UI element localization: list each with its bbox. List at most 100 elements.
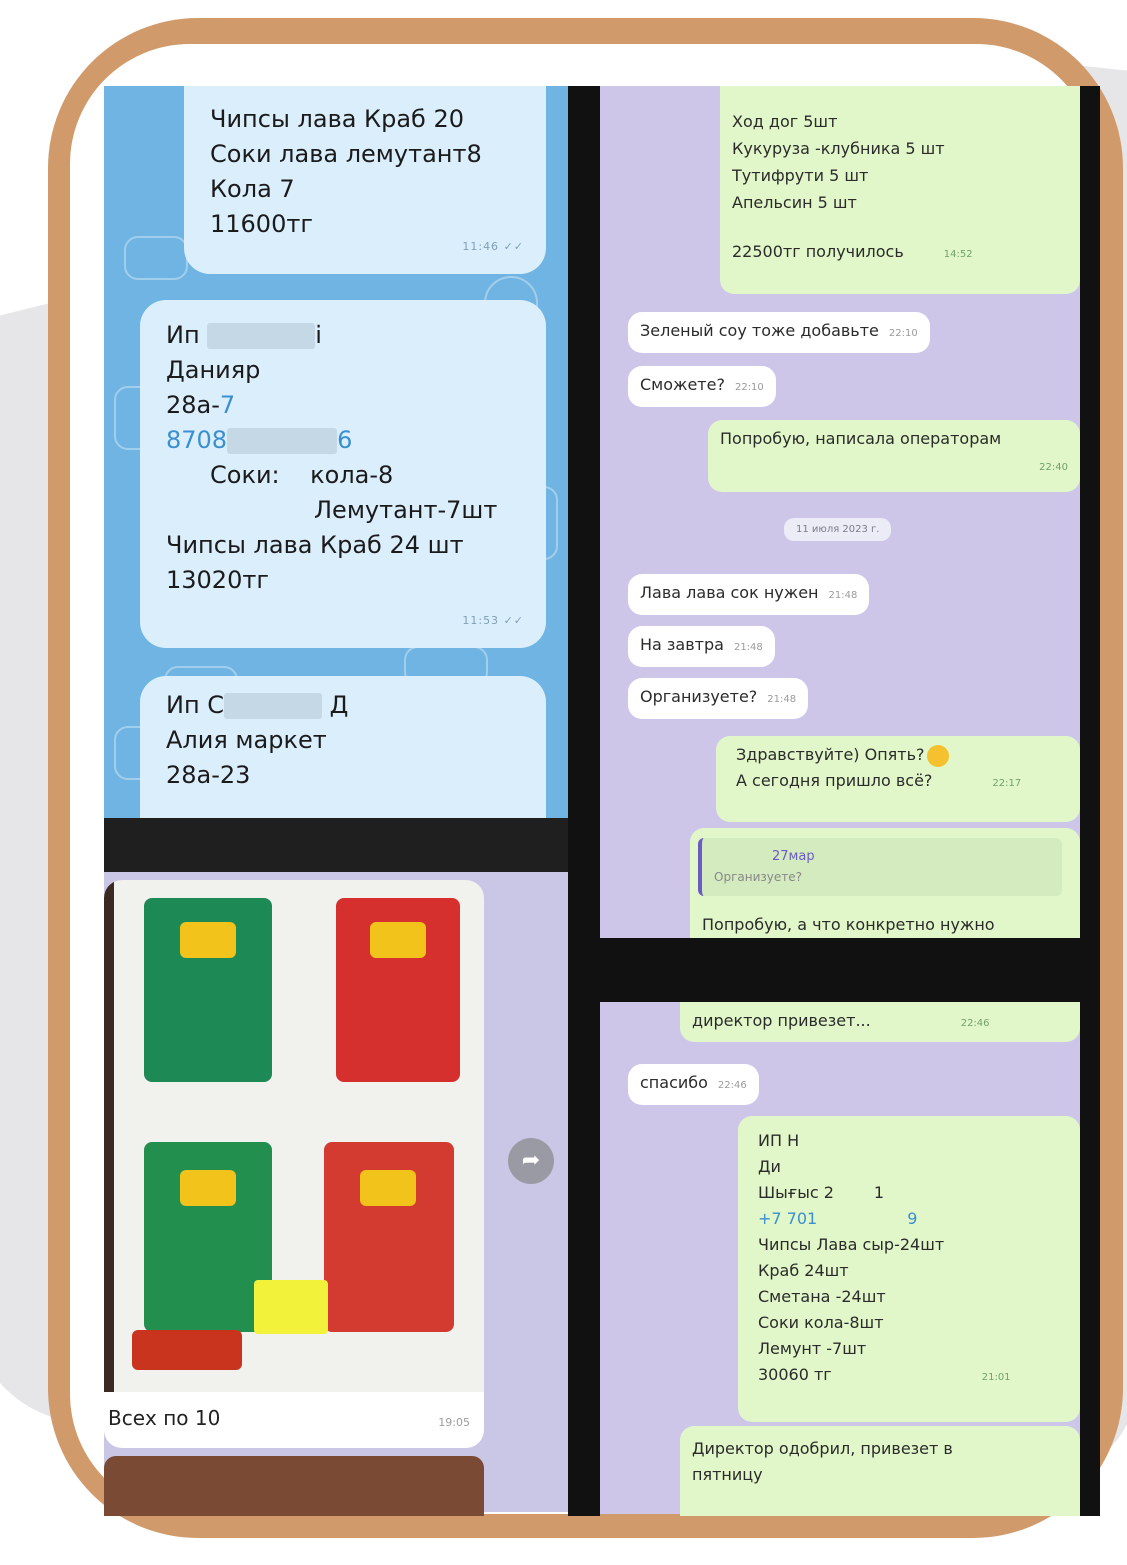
brand-logo (360, 1170, 416, 1206)
redacted-block (224, 693, 323, 719)
message-text: 28а- (166, 391, 220, 419)
message-bubble[interactable]: Зеленый соу тоже добавьте 22:10 (628, 312, 930, 353)
message-text: 30060 тг (758, 1365, 832, 1384)
message-line: Лемунт -7шт (758, 1339, 867, 1358)
message-text: Ип С (166, 691, 225, 719)
message-text: 22500тг получилось (732, 242, 904, 261)
message-line: Алия маркет (166, 726, 327, 754)
message-bubble[interactable]: Попробую, написала операторам 22:40 (708, 420, 1080, 492)
message-time: 14:52 (943, 249, 973, 260)
message-line: Директор одобрил, привезет в (692, 1439, 953, 1458)
message-line: Кола 7 (210, 175, 295, 203)
message-text: директор привезет... (692, 1011, 871, 1030)
forward-icon[interactable]: ➦ (508, 1138, 554, 1184)
message-bubble[interactable]: Сможете? 22:10 (628, 366, 776, 407)
reply-bubble[interactable]: 27мар Организуете? Попробую, а что конкр… (690, 828, 1080, 938)
message-bubble[interactable]: Лава лава сок нужен 21:48 (628, 574, 870, 615)
next-photo-preview[interactable] (104, 1456, 484, 1516)
message-text: На завтра (640, 635, 724, 654)
message-text: Соки: (210, 461, 280, 489)
divider-bar (1080, 86, 1100, 1516)
message-bubble[interactable]: ИП Н Ди Шығыс 2 1 +7 701 9 Чипсы Лава сыр-… (738, 1116, 1080, 1422)
redacted-block (227, 428, 338, 454)
phone-number-link[interactable]: 8708 6 (166, 423, 524, 458)
message-time: 19:05 (438, 1416, 470, 1429)
message-time: 11:53 ✓✓ (462, 614, 524, 627)
brand-logo (180, 1170, 236, 1206)
message-line: Краб 24шт (758, 1261, 849, 1280)
grinning-face-emoji-icon (926, 744, 949, 767)
chips-photo[interactable] (104, 880, 484, 1392)
quoted-message[interactable]: 27мар Организуете? (698, 838, 1062, 896)
phone-number-link[interactable]: +7 701 9 (758, 1206, 1060, 1232)
message-text: Организуете? (640, 687, 758, 706)
message-bubble[interactable]: Здравствуйте) Опять? А сегодня пришло вс… (716, 736, 1080, 822)
message-bubble[interactable]: директор привезет... 22:46 (680, 1002, 1080, 1042)
read-checkmark-icon: ✓✓ (503, 240, 524, 253)
message-time: 21:01 (981, 1372, 1011, 1383)
message-text: кола-8 (310, 461, 394, 489)
message-text: Ди (758, 1157, 781, 1176)
message-time: 22:46 (717, 1080, 747, 1091)
message-text: Д (329, 691, 349, 719)
message-line: Сметана -24шт (758, 1287, 886, 1306)
message-time: 11:46 ✓✓ (462, 240, 524, 253)
message-bubble[interactable]: Чипсы лава Краб 20 Соки лава лемутант8 К… (184, 86, 546, 274)
message-text: Зеленый соу тоже добавьте (640, 321, 879, 340)
message-line: 28а-23 (166, 761, 251, 789)
brand-logo (132, 1330, 242, 1370)
message-text: і (315, 321, 322, 349)
message-text: Лава лава сок нужен (640, 583, 819, 602)
message-bubble[interactable]: Ип С Д Алия маркет 28а-23 (140, 676, 546, 818)
message-time: 22:17 (992, 778, 1022, 789)
message-text: Попробую, а что конкретно нужно (702, 915, 995, 934)
message-text: Здравствуйте) Опять? (736, 745, 925, 764)
message-time: 21:48 (767, 694, 797, 705)
message-text: спасибо (640, 1073, 708, 1092)
doodle (124, 236, 188, 280)
photo-edge (104, 880, 114, 1392)
divider-bar (600, 938, 1086, 1002)
message-line: Тутифрути 5 шт (732, 166, 869, 185)
read-checkmark-icon: ✓✓ (503, 614, 524, 627)
message-line: пятницу (692, 1465, 763, 1484)
image-caption: Всех по 10 19:05 (104, 1392, 484, 1448)
message-line: Чипсы лава Краб 24 шт (166, 531, 464, 559)
message-bubble[interactable]: Директор одобрил, привезет в пятницу (680, 1426, 1080, 1516)
message-text: 1 (873, 1183, 885, 1202)
date-chip: 11 июля 2023 г. (784, 518, 892, 541)
message-text: ИП Н (758, 1131, 800, 1150)
message-text: Ип (166, 321, 200, 349)
message-text: Шығыс 2 (758, 1183, 834, 1202)
message-line: Чипсы Лава сыр-24шт (758, 1235, 945, 1254)
message-line: Лемутант-7шт (314, 496, 498, 524)
message-line: Соки кола-8шт (758, 1313, 884, 1332)
message-time: 21:48 (733, 642, 763, 653)
message-time: 22:10 (888, 328, 918, 339)
divider-bar (568, 86, 600, 1516)
message-line: Ход дог 5шт (732, 112, 838, 131)
message-line: Соки лава лемутант8 (210, 140, 482, 168)
message-text: Попробую, написала операторам (720, 429, 1002, 448)
message-line: 13020тг (166, 566, 269, 594)
message-bubble[interactable]: спасибо 22:46 (628, 1064, 759, 1105)
message-time: 21:48 (828, 590, 858, 601)
message-time: 22:10 (734, 382, 764, 393)
message-text: А сегодня пришло всё? (736, 771, 933, 790)
message-bubble[interactable]: Организуете? 21:48 (628, 678, 809, 719)
brand-logo (370, 922, 426, 958)
caption-text: Всех по 10 (108, 1406, 221, 1430)
message-bubble[interactable]: На завтра 21:48 (628, 626, 775, 667)
brand-logo (180, 922, 236, 958)
message-text: Сможете? (640, 375, 725, 394)
message-text: 7 (219, 391, 236, 419)
redacted-block (207, 323, 316, 349)
message-line: Данияр (166, 356, 261, 384)
quoted-text: Организуете? (714, 870, 802, 884)
message-line: Кукуруза -клубника 5 шт (732, 139, 945, 158)
message-bubble[interactable]: Ип і Данияр 28а-7 8708 6 Соки: кола-8 Лем… (140, 300, 546, 648)
price-sticker (254, 1280, 328, 1334)
message-line: Чипсы лава Краб 20 (210, 105, 464, 133)
message-time: 22:46 (960, 1018, 990, 1029)
message-bubble[interactable]: Ход дог 5шт Кукуруза -клубника 5 шт Тути… (720, 86, 1080, 294)
